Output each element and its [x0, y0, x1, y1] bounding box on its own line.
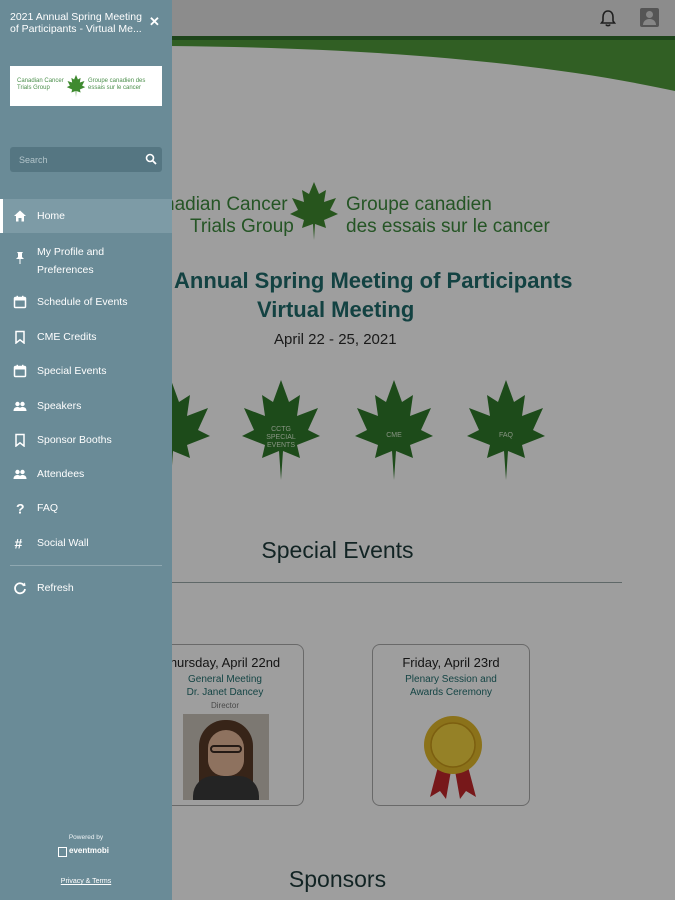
eventmobi-logo: eventmobi: [58, 846, 118, 858]
nav-divider: [10, 565, 162, 566]
people-icon: [13, 401, 27, 411]
drawer-logo-en: Canadian Cancer Trials Group: [17, 78, 64, 91]
nav-item-special-events[interactable]: Special Events: [0, 354, 172, 388]
nav-item-label: Home: [37, 210, 66, 222]
eventmobi-brand-name: eventmobi: [69, 846, 110, 855]
nav-item-label: My Profile and Preferences: [37, 246, 105, 276]
home-icon: [14, 210, 26, 222]
nav-item-attendees[interactable]: Attendees: [0, 457, 172, 491]
nav-item-label: Sponsor Booths: [37, 434, 112, 446]
drawer-logo-fr: Groupe canadien des essais sur le cancer: [88, 78, 146, 91]
eventmobi-logo-mark: [58, 847, 67, 857]
nav-item-home[interactable]: Home: [0, 199, 172, 233]
calendar-icon: [13, 295, 27, 309]
refresh-icon: [14, 582, 26, 595]
nav-item-faq[interactable]: ? FAQ: [0, 491, 172, 525]
nav-item-speakers[interactable]: Speakers: [0, 389, 172, 423]
bookmark-icon: [15, 433, 25, 447]
nav-item-label: CME Credits: [37, 331, 97, 343]
close-icon[interactable]: ✕: [149, 14, 160, 30]
bookmark-icon: [15, 330, 25, 344]
nav-item-cme-credits[interactable]: CME Credits: [0, 320, 172, 354]
privacy-terms-link[interactable]: Privacy & Terms: [0, 878, 172, 885]
pin-icon: [16, 252, 24, 264]
nav-item-profile[interactable]: My Profile and Preferences: [0, 238, 172, 276]
nav-item-label: Attendees: [37, 468, 85, 480]
nav-item-social-wall[interactable]: # Social Wall: [0, 526, 172, 560]
nav-item-label: Social Wall: [37, 537, 89, 549]
search-input[interactable]: [10, 147, 140, 172]
hashtag-icon: #: [15, 536, 23, 550]
nav-item-label: FAQ: [37, 502, 59, 514]
search-box: [10, 147, 162, 172]
nav-item-label: Speakers: [37, 400, 82, 412]
svg-text:?: ?: [16, 501, 25, 515]
maple-leaf-icon: [66, 74, 86, 98]
nav-item-schedule[interactable]: Schedule of Events: [0, 285, 172, 319]
question-icon: ?: [16, 501, 25, 515]
people-icon: [13, 469, 27, 479]
nav-item-label: Special Events: [37, 365, 107, 377]
side-drawer: 2021 Annual Spring Meeting of Participan…: [0, 0, 172, 900]
drawer-event-title: 2021 Annual Spring Meeting of Participan…: [10, 11, 142, 35]
search-icon[interactable]: [145, 153, 157, 165]
drawer-logo: Canadian Cancer Trials Group Groupe cana…: [10, 66, 162, 106]
nav-item-label: Schedule of Events: [37, 296, 128, 308]
calendar-icon: [13, 364, 27, 378]
nav-item-refresh[interactable]: Refresh: [0, 571, 172, 605]
svg-text:#: #: [15, 536, 23, 550]
nav-item-sponsor-booths[interactable]: Sponsor Booths: [0, 423, 172, 457]
nav-item-label: Refresh: [37, 582, 74, 594]
powered-by-label: Powered by: [68, 834, 104, 841]
